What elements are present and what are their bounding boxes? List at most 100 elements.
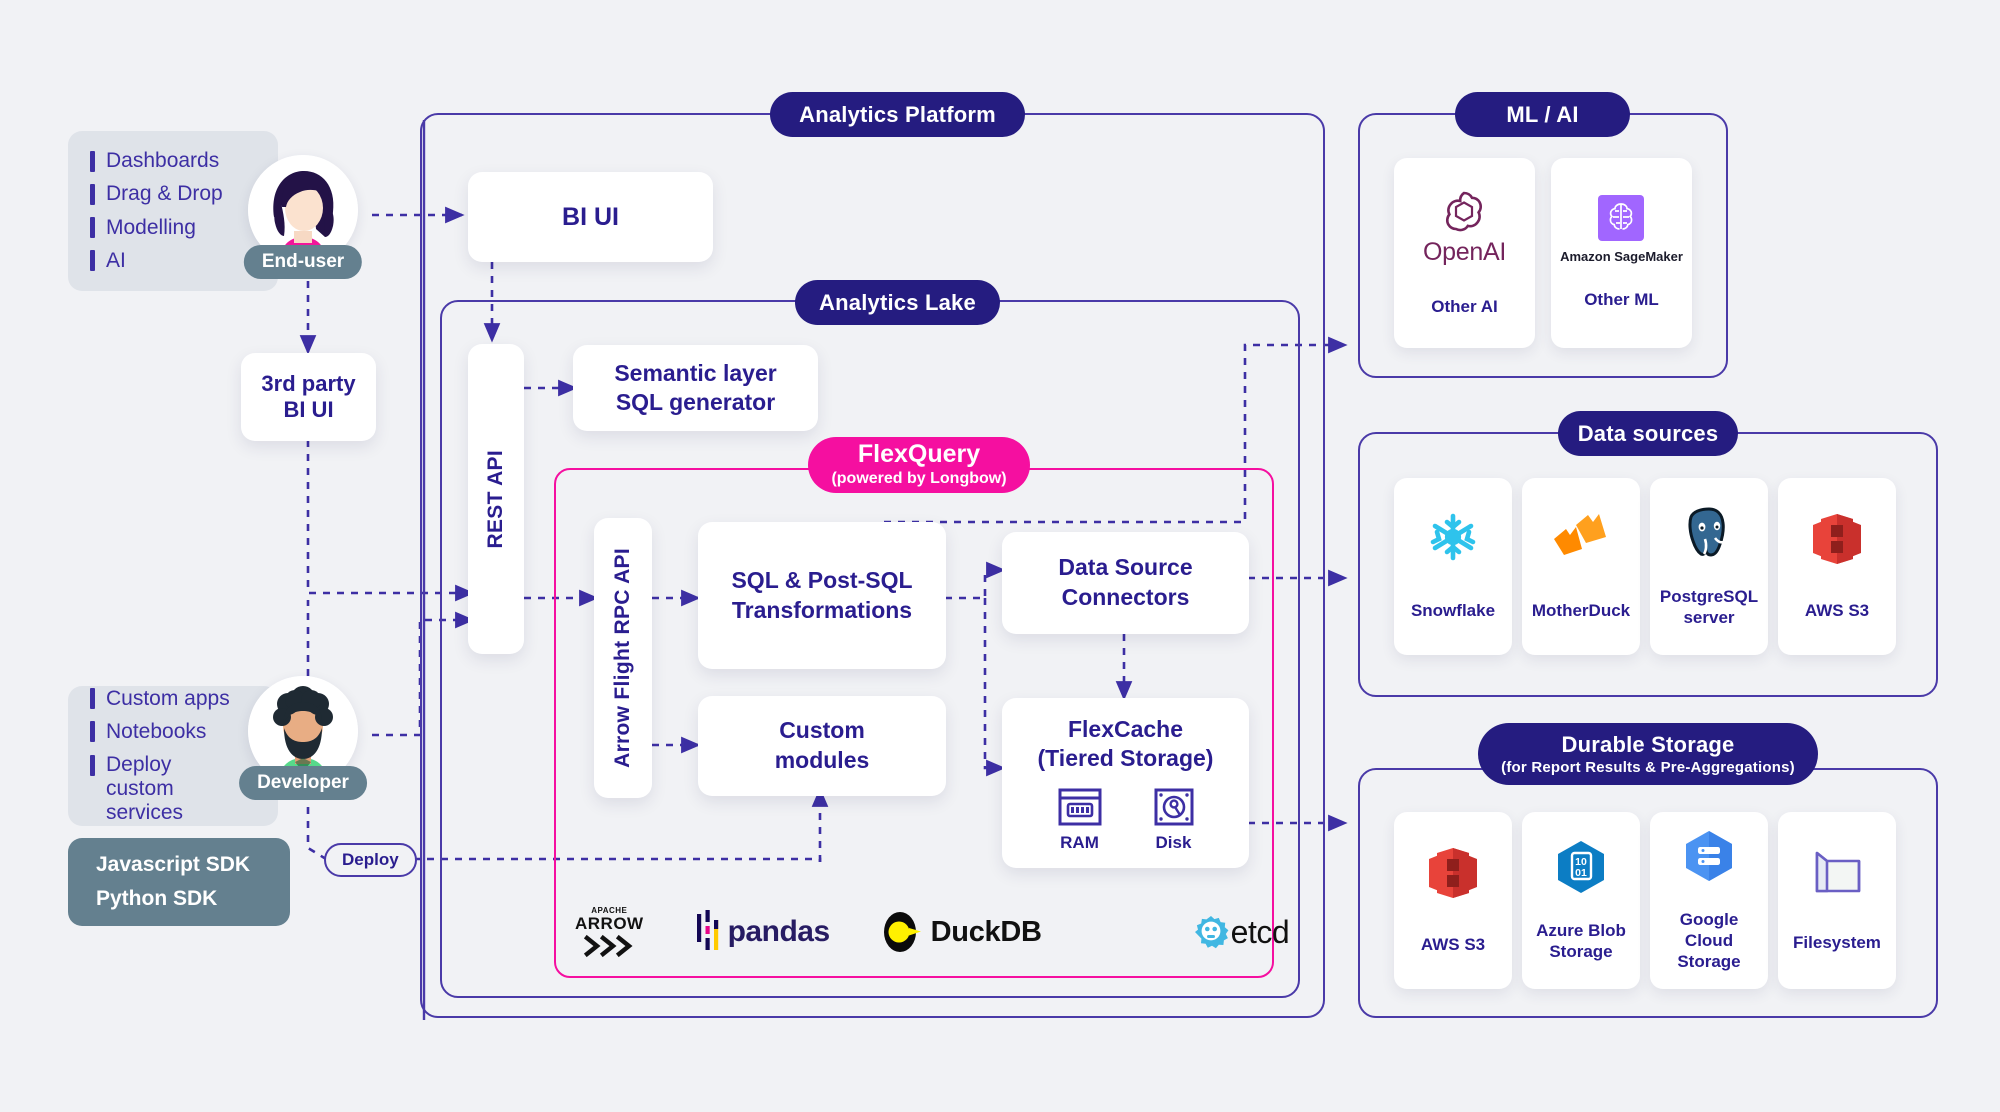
flexcache-line2: (Tiered Storage) (1037, 745, 1214, 771)
ml-ai-tile-sagemaker[interactable]: Amazon SageMaker Other ML (1551, 158, 1692, 348)
bullet-label: Custom apps (106, 686, 230, 710)
semantic-layer-line2: SQL generator (615, 389, 776, 415)
group-title-label: Durable Storage (1561, 732, 1735, 757)
bi-ui-box[interactable]: BI UI (468, 172, 713, 262)
developer-avatar: Developer (239, 676, 367, 800)
rest-api-box[interactable]: REST API (468, 344, 524, 654)
data-source-tile-postgresql[interactable]: PostgreSQL server (1650, 478, 1768, 655)
rest-api-label: REST API (484, 449, 507, 549)
azure-blob-line1: Azure Blob (1536, 920, 1626, 940)
custom-modules-line1: Custom (779, 717, 865, 744)
pandas-bars-icon (696, 910, 718, 950)
tech-logos-row: APACHE ARROW pandas DuckDB etcd (575, 898, 1290, 966)
postgresql-icon (1688, 507, 1725, 557)
flexcache-disk: Disk (1154, 788, 1194, 853)
bullet-label: Deploy custom services (106, 752, 184, 825)
durable-storage-tile-aws-s3[interactable]: AWS S3 (1394, 812, 1512, 989)
developer-capabilities-panel: Custom apps Notebooks Deploy custom serv… (68, 686, 278, 826)
sagemaker-wordmark: Amazon SageMaker (1560, 249, 1683, 265)
postgresql-line1: PostgreSQL (1659, 586, 1759, 606)
sdk-item-python: Python SDK (96, 887, 218, 910)
ml-ai-tile-caption: Other AI (1431, 297, 1498, 317)
aws-s3-icon (1813, 514, 1861, 565)
data-source-connectors-box[interactable]: Data Source Connectors (1002, 532, 1249, 634)
openai-wordmark: OpenAI (1423, 238, 1506, 267)
etcd-logo: etcd (1194, 913, 1290, 951)
flexquery-title-label: FlexQuery (857, 440, 981, 468)
bullet-label: Dashboards (106, 149, 220, 173)
duckdb-label: DuckDB (930, 915, 1042, 948)
bullet-item: Dashboards (90, 149, 256, 173)
end-user-avatar: End-user (243, 155, 363, 279)
pandas-logo: pandas (696, 910, 830, 954)
flexcache-line1: FlexCache (1067, 716, 1184, 742)
data-source-tile-caption: MotherDuck (1531, 601, 1631, 621)
sdk-box: Javascript SDK Python SDK (68, 838, 290, 926)
arrow-chevrons-icon (584, 934, 633, 958)
bullet-marker (90, 721, 95, 743)
third-party-bi-ui-box[interactable]: 3rd party BI UI (241, 353, 376, 441)
data-source-tile-motherduck[interactable]: MotherDuck (1522, 478, 1640, 655)
bullet-item: Custom apps (90, 687, 256, 711)
ml-ai-title: ML / AI (1455, 92, 1630, 137)
sql-transformations-line1: SQL & Post-SQL (731, 566, 913, 593)
flexcache-disk-label: Disk (1155, 833, 1192, 852)
ram-icon (1058, 788, 1101, 826)
durable-storage-tile-caption: Google Cloud Storage (1650, 910, 1768, 972)
analytics-platform-title: Analytics Platform (770, 92, 1025, 137)
snowflake-icon (1430, 513, 1476, 561)
durable-storage-tile-azure-blob[interactable]: 10 01 Azure Blob Storage (1522, 812, 1640, 989)
duckdb-logo: DuckDB (882, 911, 1042, 953)
bullet-label: Modelling (106, 215, 196, 239)
gcs-line1: Google Cloud (1679, 910, 1739, 951)
third-party-bi-ui-line1: 3rd party (261, 370, 356, 396)
arrow-flight-rpc-api-label: Arrow Flight RPC API (611, 548, 634, 768)
bullet-item: Modelling (90, 216, 256, 240)
durable-storage-tile-gcs[interactable]: Google Cloud Storage (1650, 812, 1768, 989)
flexcache-box[interactable]: FlexCache (Tiered Storage) RAM Disk (1002, 698, 1249, 868)
data-source-connectors-line2: Connectors (1061, 584, 1190, 610)
custom-modules-line2: modules (774, 747, 870, 773)
durable-storage-tile-caption: Filesystem (1793, 933, 1881, 953)
flexquery-title: FlexQuery (powered by Longbow) (808, 437, 1030, 493)
flexcache-ram: RAM (1058, 788, 1102, 853)
bullet-item: AI (90, 249, 256, 273)
deploy-pill[interactable]: Deploy (324, 843, 417, 877)
aws-s3-icon (1429, 848, 1477, 899)
motherduck-icon (1554, 514, 1606, 556)
third-party-bi-ui-line2: BI UI (283, 397, 334, 422)
durable-storage-tile-caption: Azure Blob Storage (1532, 921, 1630, 962)
data-source-tile-snowflake[interactable]: Snowflake (1394, 478, 1512, 655)
svg-text:01: 01 (1575, 867, 1587, 879)
data-source-connectors-line1: Data Source (1058, 554, 1193, 581)
flexquery-subtitle-label: (powered by Longbow) (831, 470, 1007, 487)
analytics-lake-title: Analytics Lake (795, 280, 1000, 325)
bullet-marker (90, 217, 95, 239)
custom-modules-box[interactable]: Custom modules (698, 696, 946, 796)
end-user-label: End-user (243, 245, 363, 279)
group-title-label: ML / AI (1506, 101, 1579, 127)
sdk-item-javascript: Javascript SDK (96, 853, 251, 876)
bullet-marker (90, 688, 95, 710)
bullet-label: Notebooks (106, 719, 207, 743)
sql-transformations-box[interactable]: SQL & Post-SQL Transformations (698, 522, 946, 669)
flexcache-ram-label: RAM (1060, 833, 1099, 852)
amazon-sagemaker-icon (1598, 195, 1645, 242)
azure-blob-line2: Storage (1549, 941, 1613, 961)
durable-storage-tile-caption: AWS S3 (1420, 935, 1486, 955)
semantic-layer-box[interactable]: Semantic layer SQL generator (573, 345, 818, 431)
bullet-label: AI (106, 248, 126, 272)
durable-storage-title: Durable Storage (for Report Results & Pr… (1478, 723, 1818, 785)
data-source-tile-aws-s3[interactable]: AWS S3 (1778, 478, 1896, 655)
bullet-item: Notebooks (90, 720, 256, 744)
ml-ai-tile-caption: Other ML (1584, 290, 1659, 310)
data-source-tile-caption: AWS S3 (1804, 601, 1870, 621)
bullet-marker (90, 183, 95, 205)
sql-transformations-line2: Transformations (731, 596, 913, 623)
ml-ai-tile-openai[interactable]: OpenAI Other AI (1394, 158, 1535, 348)
etcd-label: etcd (1230, 913, 1290, 950)
bullet-label: Drag & Drop (106, 182, 223, 206)
developer-label: Developer (239, 766, 367, 800)
arrow-flight-rpc-api-box[interactable]: Arrow Flight RPC API (594, 518, 652, 798)
durable-storage-tile-filesystem[interactable]: Filesystem (1778, 812, 1896, 989)
